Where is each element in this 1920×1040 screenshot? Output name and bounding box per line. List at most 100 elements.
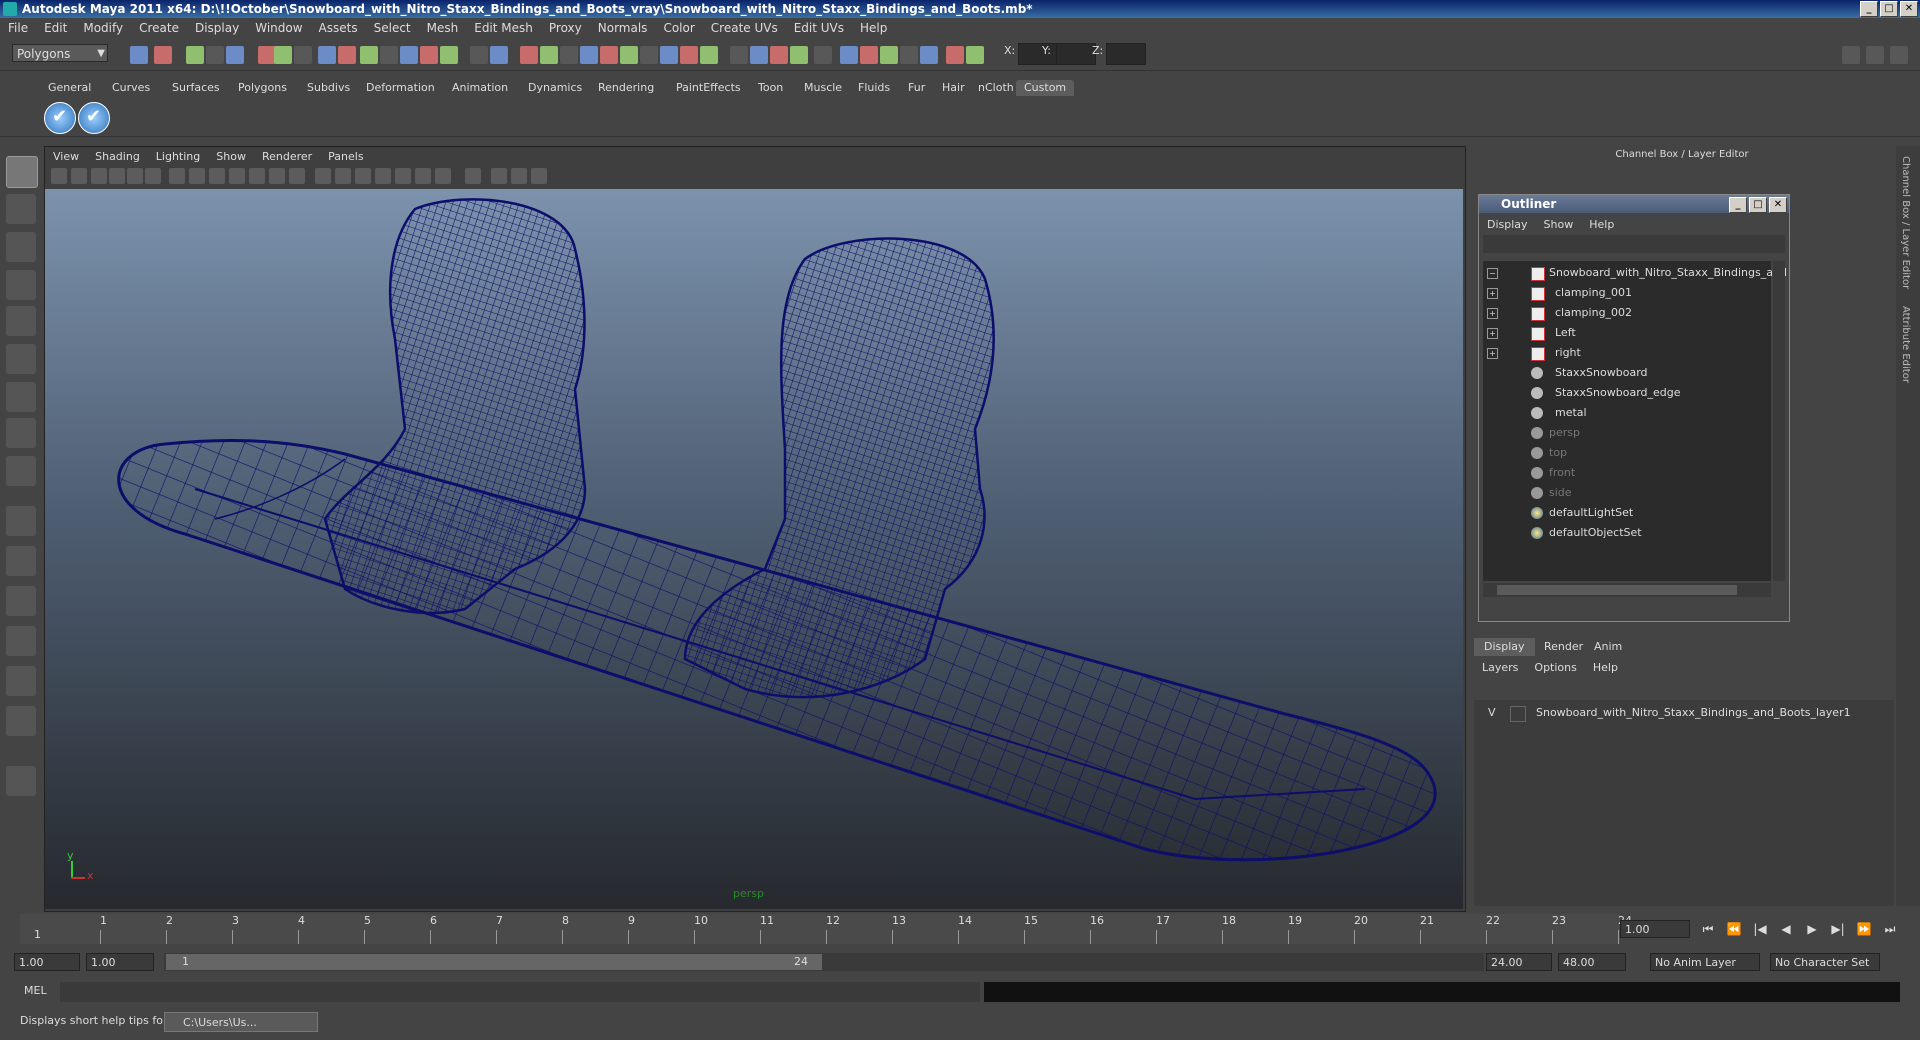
shelf-tab-deformation[interactable]: Deformation: [358, 80, 443, 96]
time-slider[interactable]: 1234567891011121314151617181920212223241…: [0, 912, 1920, 946]
shelf-tab-ncloth[interactable]: nCloth: [970, 80, 1022, 96]
status-tool-icon[interactable]: [580, 46, 598, 64]
layout-hypershade-icon[interactable]: [6, 706, 36, 736]
time-ticks[interactable]: 1234567891011121314151617181920212223241: [20, 914, 1632, 944]
layer-menu-help[interactable]: Help: [1585, 661, 1626, 674]
outliner-item[interactable]: side: [1483, 483, 1771, 503]
menu-edit[interactable]: Edit: [36, 21, 75, 35]
outliner-item[interactable]: StaxxSnowboard_edge: [1483, 383, 1771, 403]
custom-shelf-check-icon-1[interactable]: [44, 102, 76, 134]
viewport-tool-icon[interactable]: [315, 168, 331, 184]
custom-shelf-check-icon-2[interactable]: [78, 102, 110, 134]
outliner-menu-show[interactable]: Show: [1536, 218, 1582, 231]
taskbar-window-button[interactable]: C:\Users\Us...: [164, 1012, 318, 1032]
status-tool-icon[interactable]: [294, 46, 312, 64]
shelf-tab-hair[interactable]: Hair: [934, 80, 973, 96]
menu-window[interactable]: Window: [247, 21, 310, 35]
viewport-menu-renderer[interactable]: Renderer: [254, 150, 320, 163]
layout-single-icon[interactable]: [6, 506, 36, 536]
layout-graph-icon[interactable]: [6, 626, 36, 656]
expand-toggle-icon[interactable]: +: [1487, 308, 1498, 319]
menu-create-uvs[interactable]: Create UVs: [703, 21, 786, 35]
status-tool-icon[interactable]: [600, 46, 618, 64]
viewport-tool-icon[interactable]: [511, 168, 527, 184]
viewport-tool-icon[interactable]: [71, 168, 87, 184]
menu-set-dropdown[interactable]: Polygons ▼: [12, 44, 108, 62]
playback-end-field[interactable]: 24.00: [1486, 953, 1552, 971]
viewport-tool-icon[interactable]: [465, 168, 481, 184]
status-tool-icon[interactable]: [920, 46, 938, 64]
status-tool-icon[interactable]: [880, 46, 898, 64]
status-tool-icon[interactable]: [790, 46, 808, 64]
status-tool-icon[interactable]: [490, 46, 508, 64]
status-tool-icon[interactable]: [750, 46, 768, 64]
manipulator-icon[interactable]: [6, 382, 36, 412]
layer-row[interactable]: V Snowboard_with_Nitro_Staxx_Bindings_an…: [1480, 704, 1880, 722]
shelf-tab-toon[interactable]: Toon: [750, 80, 791, 96]
command-input[interactable]: [60, 982, 980, 1002]
outliner-menu-help[interactable]: Help: [1581, 218, 1622, 231]
outliner-item[interactable]: persp: [1483, 423, 1771, 443]
viewport-tool-icon[interactable]: [229, 168, 245, 184]
menu-file[interactable]: File: [0, 21, 36, 35]
status-tool-icon[interactable]: [274, 46, 292, 64]
rotate-tool-icon[interactable]: [6, 306, 36, 336]
z-field[interactable]: [1106, 43, 1146, 65]
viewport-tool-icon[interactable]: [91, 168, 107, 184]
playback-start-field[interactable]: 1.00: [86, 953, 154, 971]
status-tool-icon[interactable]: [154, 46, 172, 64]
menu-select[interactable]: Select: [366, 21, 419, 35]
shelf-tab-general[interactable]: General: [40, 80, 99, 96]
y-field[interactable]: [1056, 43, 1096, 65]
outliner-item[interactable]: top: [1483, 443, 1771, 463]
status-tool-icon[interactable]: [966, 46, 984, 64]
layer-menu-layers[interactable]: Layers: [1474, 661, 1526, 674]
menu-assets[interactable]: Assets: [311, 21, 366, 35]
x-field[interactable]: [1018, 43, 1058, 65]
layout-custom-icon[interactable]: [6, 766, 36, 796]
side-tab-channel-box[interactable]: Channel Box / Layer Editor: [1900, 156, 1911, 289]
viewport-tool-icon[interactable]: [415, 168, 431, 184]
menu-mesh[interactable]: Mesh: [419, 21, 467, 35]
status-tool-icon[interactable]: [520, 46, 538, 64]
playback-button[interactable]: |◀: [1752, 922, 1768, 936]
current-frame-field[interactable]: 1.00: [1620, 920, 1690, 938]
playback-button[interactable]: ⏪: [1726, 922, 1742, 936]
status-tool-icon[interactable]: [186, 46, 204, 64]
scroll-thumb[interactable]: [1497, 585, 1737, 595]
viewport-tool-icon[interactable]: [355, 168, 371, 184]
menu-edit-uvs[interactable]: Edit UVs: [786, 21, 852, 35]
playback-button[interactable]: ⏭: [1882, 922, 1898, 936]
status-tool-icon[interactable]: [420, 46, 438, 64]
shelf-tab-animation[interactable]: Animation: [444, 80, 516, 96]
viewport-tool-icon[interactable]: [169, 168, 185, 184]
outliner-item[interactable]: + clamping_001: [1483, 283, 1771, 303]
expand-toggle-icon[interactable]: +: [1487, 288, 1498, 299]
layout-outliner-icon[interactable]: [6, 666, 36, 696]
viewport-tool-icon[interactable]: [109, 168, 125, 184]
start-time-field[interactable]: 1.00: [14, 953, 80, 971]
layer-menu-options[interactable]: Options: [1526, 661, 1584, 674]
menu-edit-mesh[interactable]: Edit Mesh: [466, 21, 541, 35]
move-tool-icon[interactable]: [6, 270, 36, 300]
expand-toggle-icon[interactable]: +: [1487, 348, 1498, 359]
status-tool-icon[interactable]: [946, 46, 964, 64]
viewport-tool-icon[interactable]: [51, 168, 67, 184]
menu-display[interactable]: Display: [187, 21, 247, 35]
side-tab-attribute-editor[interactable]: Attribute Editor: [1900, 306, 1911, 383]
playback-button[interactable]: ▶|: [1830, 922, 1846, 936]
outliner-horizontal-scrollbar[interactable]: [1483, 583, 1771, 597]
viewport-tool-icon[interactable]: [335, 168, 351, 184]
shelf-tab-curves[interactable]: Curves: [104, 80, 158, 96]
playback-button[interactable]: ▶: [1804, 922, 1820, 936]
maximize-button[interactable]: □: [1880, 1, 1898, 17]
menu-normals[interactable]: Normals: [590, 21, 656, 35]
range-bar[interactable]: 1 24: [164, 953, 1484, 971]
expand-toggle-icon[interactable]: +: [1487, 328, 1498, 339]
viewport-menu-view[interactable]: View: [45, 150, 87, 163]
outliner-minimize-button[interactable]: _: [1729, 197, 1747, 213]
menu-proxy[interactable]: Proxy: [541, 21, 590, 35]
show-channel-box-icon[interactable]: [1842, 46, 1860, 64]
viewport-panel[interactable]: View Shading Lighting Show Renderer Panels: [44, 146, 1466, 912]
viewport-menu-panels[interactable]: Panels: [320, 150, 371, 163]
